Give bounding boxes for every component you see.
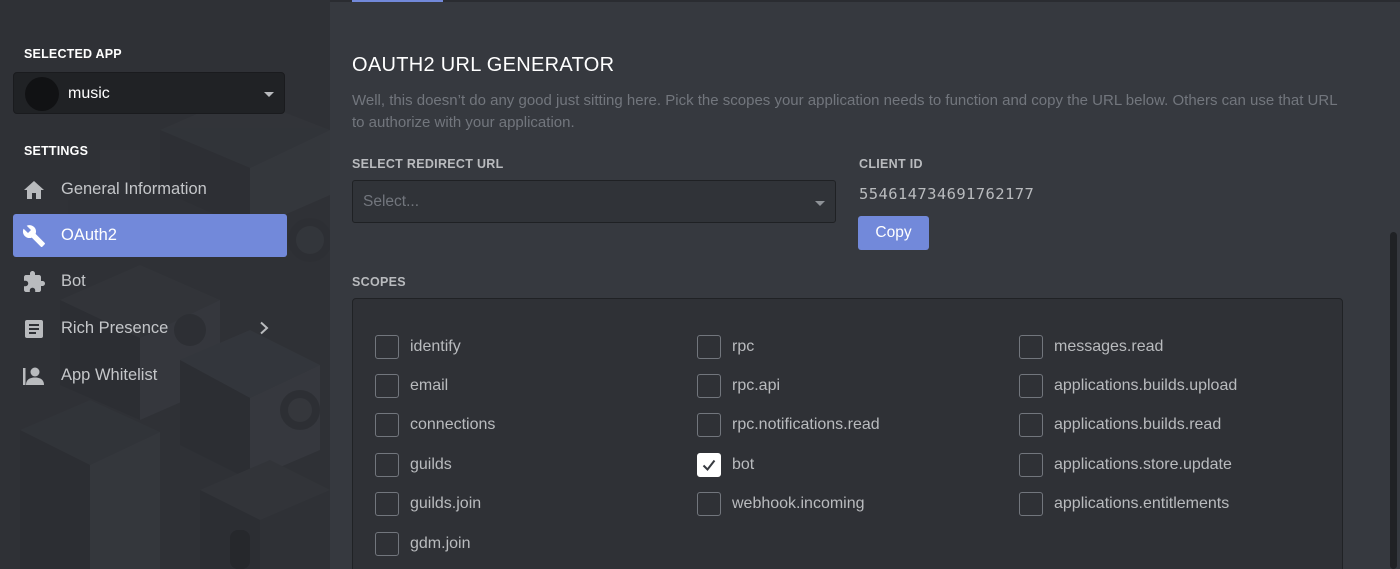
checkbox-checked[interactable]: [697, 453, 721, 477]
scope-label: applications.entitlements: [1054, 495, 1230, 512]
sidebar: SELECTED APP music SETTINGS General Info…: [0, 0, 330, 569]
scope-label: email: [410, 377, 449, 394]
checkbox[interactable]: [1019, 335, 1043, 359]
sidebar-item-label: Bot: [61, 272, 86, 290]
sidebar-item-label: General Information: [61, 180, 207, 198]
chevron-right-icon: [260, 321, 269, 335]
client-id-value: 554614734691762177: [859, 185, 1035, 203]
copy-button[interactable]: Copy: [858, 216, 929, 250]
checkbox[interactable]: [697, 374, 721, 398]
client-id-label: CLIENT ID: [859, 157, 923, 171]
scope-label: guilds: [410, 456, 452, 473]
scope-label: bot: [732, 456, 755, 473]
app-window: SELECTED APP music SETTINGS General Info…: [0, 0, 1400, 569]
scrollbar-thumb[interactable]: [1390, 232, 1397, 569]
scope-label: rpc: [732, 338, 755, 355]
checkbox[interactable]: [697, 335, 721, 359]
scope-label: identify: [410, 338, 461, 355]
checkbox[interactable]: [375, 453, 399, 477]
sidebar-item-rich-presence[interactable]: Rich Presence: [13, 307, 287, 350]
sidebar-item-general-information[interactable]: General Information: [13, 168, 287, 211]
scope-label: rpc.notifications.read: [732, 416, 880, 433]
wrench-icon: [22, 225, 45, 247]
checkmark-icon: [702, 459, 716, 472]
sidebar-item-app-whitelist[interactable]: App Whitelist: [13, 354, 287, 397]
home-icon: [24, 181, 44, 199]
scrollbar[interactable]: [1386, 0, 1400, 569]
scope-label: webhook.incoming: [732, 495, 865, 512]
scope-label: gdm.join: [410, 535, 471, 552]
redirect-url-placeholder: Select...: [363, 193, 419, 210]
scope-label: rpc.api: [732, 377, 781, 394]
main-content: OAUTH2 URL GENERATOR Well, this doesn’t …: [330, 0, 1400, 569]
document-icon: [25, 320, 43, 338]
app-selector-dropdown[interactable]: music: [13, 72, 285, 114]
checkbox[interactable]: [375, 492, 399, 516]
page-title: OAUTH2 URL GENERATOR: [352, 54, 615, 76]
top-divider: [330, 0, 1400, 2]
scopes-panel: identify email connections guilds guilds…: [352, 298, 1343, 569]
checkbox[interactable]: [1019, 374, 1043, 398]
scope-label: applications.builds.read: [1054, 416, 1222, 433]
checkbox[interactable]: [375, 532, 399, 556]
checkbox[interactable]: [697, 492, 721, 516]
chevron-down-icon: [264, 92, 274, 97]
active-tab-indicator: [352, 0, 443, 2]
sidebar-item-label: OAuth2: [61, 226, 117, 244]
user-icon: [23, 367, 44, 385]
checkbox[interactable]: [375, 413, 399, 437]
sidebar-item-bot[interactable]: Bot: [13, 260, 287, 303]
checkbox[interactable]: [697, 413, 721, 437]
checkbox[interactable]: [375, 374, 399, 398]
scope-label: connections: [410, 416, 496, 433]
scopes-label: SCOPES: [352, 275, 406, 289]
checkbox[interactable]: [1019, 413, 1043, 437]
scope-label: applications.store.update: [1054, 456, 1232, 473]
scope-label: applications.builds.upload: [1054, 377, 1238, 394]
sidebar-item-label: Rich Presence: [61, 319, 169, 337]
scope-label: guilds.join: [410, 495, 482, 512]
chevron-down-icon: [815, 201, 825, 206]
checkbox[interactable]: [1019, 453, 1043, 477]
app-avatar: [25, 77, 59, 111]
sidebar-item-label: App Whitelist: [61, 366, 158, 384]
puzzle-icon: [24, 271, 45, 292]
settings-heading: SETTINGS: [24, 144, 89, 158]
checkbox[interactable]: [1019, 492, 1043, 516]
sidebar-item-oauth2[interactable]: OAuth2: [13, 214, 287, 257]
app-name: music: [68, 85, 110, 102]
redirect-url-label: SELECT REDIRECT URL: [352, 157, 504, 171]
redirect-url-select[interactable]: Select...: [352, 180, 836, 223]
selected-app-heading: SELECTED APP: [24, 47, 122, 61]
page-description: Well, this doesn’t do any good just sitt…: [352, 92, 1338, 131]
checkbox[interactable]: [375, 335, 399, 359]
scope-label: messages.read: [1054, 338, 1164, 355]
